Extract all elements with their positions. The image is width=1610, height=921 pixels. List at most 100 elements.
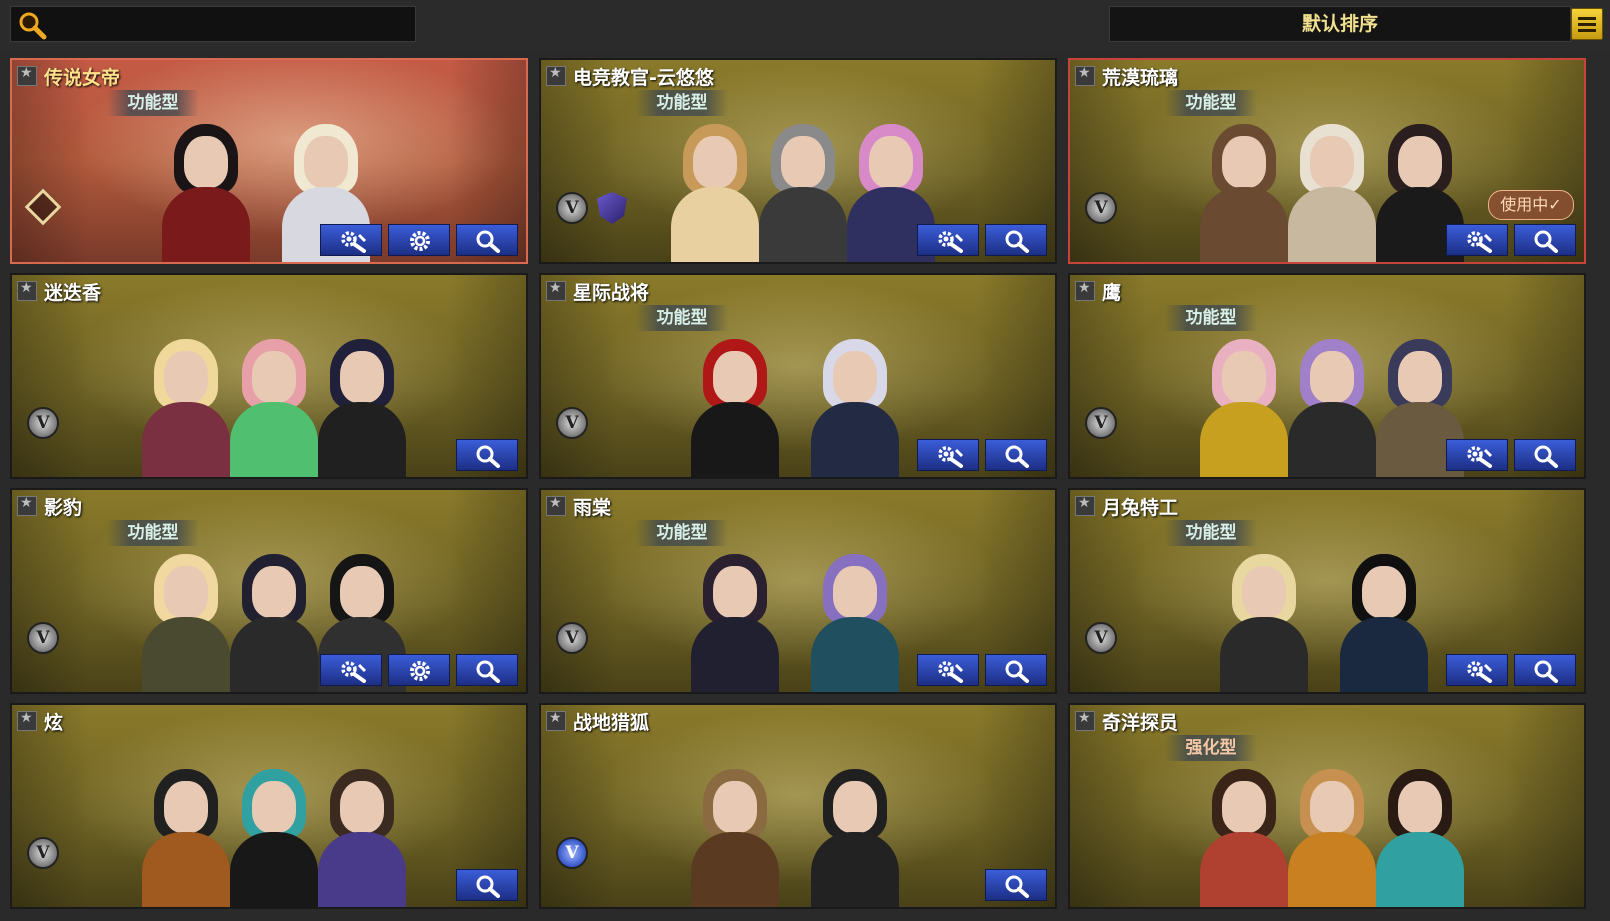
search-button[interactable] bbox=[1514, 654, 1576, 686]
card-title: 雨棠 bbox=[573, 497, 612, 519]
wrench-gear-icon bbox=[1467, 446, 1493, 468]
favorite-pin-icon[interactable] bbox=[1075, 65, 1095, 86]
type-tag: 功能型 bbox=[1165, 520, 1257, 546]
search-input[interactable] bbox=[10, 6, 416, 42]
type-tag: 功能型 bbox=[1165, 90, 1257, 116]
search-button[interactable] bbox=[456, 439, 518, 471]
character-portrait bbox=[1288, 317, 1376, 477]
search-button[interactable] bbox=[1514, 439, 1576, 471]
search-button[interactable] bbox=[985, 439, 1047, 471]
character-portrait bbox=[230, 747, 318, 907]
search-button[interactable] bbox=[1514, 224, 1576, 256]
search-icon bbox=[1534, 660, 1558, 683]
customize-button[interactable] bbox=[320, 654, 382, 686]
search-button[interactable] bbox=[456, 224, 518, 256]
skin-card[interactable]: 电竞教官-云悠悠功能型 V bbox=[539, 58, 1057, 264]
character-portrait bbox=[759, 102, 847, 262]
wrench-gear-icon bbox=[341, 231, 367, 253]
menu-button[interactable] bbox=[1571, 8, 1603, 40]
search-icon bbox=[476, 230, 500, 253]
character-portrait bbox=[811, 317, 899, 477]
search-icon bbox=[19, 12, 47, 40]
type-tag: 强化型 bbox=[1165, 735, 1257, 761]
character-portrait bbox=[811, 532, 899, 692]
search-icon bbox=[1005, 230, 1029, 253]
vip-badge-icon: V bbox=[27, 837, 59, 869]
sort-dropdown[interactable]: 默认排序 bbox=[1109, 6, 1571, 42]
character-portrait bbox=[1288, 747, 1376, 907]
skin-card[interactable]: 月兔特工功能型 V bbox=[1068, 488, 1586, 694]
customize-button[interactable] bbox=[1446, 224, 1508, 256]
card-actions bbox=[1446, 654, 1576, 688]
favorite-pin-icon[interactable] bbox=[17, 65, 37, 86]
wrench-gear-icon bbox=[938, 446, 964, 468]
search-icon bbox=[476, 445, 500, 468]
type-tag: 功能型 bbox=[1165, 305, 1257, 331]
search-button[interactable] bbox=[456, 869, 518, 901]
vip-badge-icon: V bbox=[1085, 622, 1117, 654]
character-portraits bbox=[12, 295, 526, 477]
character-portrait bbox=[691, 317, 779, 477]
skin-card[interactable]: 奇洋探员强化型 bbox=[1068, 703, 1586, 909]
wrench-gear-icon bbox=[938, 661, 964, 683]
search-button[interactable] bbox=[985, 654, 1047, 686]
favorite-pin-icon[interactable] bbox=[17, 280, 37, 301]
skin-card[interactable]: 炫V bbox=[10, 703, 528, 909]
skin-card[interactable]: 雨棠功能型 V bbox=[539, 488, 1057, 694]
character-portraits bbox=[541, 725, 1055, 907]
favorite-pin-icon[interactable] bbox=[546, 280, 566, 301]
search-button[interactable] bbox=[985, 224, 1047, 256]
skin-card[interactable]: 鹰功能型 V bbox=[1068, 273, 1586, 479]
card-title: 炫 bbox=[44, 712, 64, 734]
character-portrait bbox=[318, 747, 406, 907]
card-actions bbox=[456, 869, 518, 903]
card-title: 电竞教官-云悠悠 bbox=[573, 67, 714, 89]
card-actions bbox=[917, 224, 1047, 258]
favorite-pin-icon[interactable] bbox=[17, 710, 37, 731]
skin-card[interactable]: 迷迭香 V bbox=[10, 273, 528, 479]
search-icon bbox=[1534, 445, 1558, 468]
favorite-pin-icon[interactable] bbox=[1075, 495, 1095, 516]
vip-badge-icon: V bbox=[556, 192, 588, 224]
character-portrait bbox=[1376, 747, 1464, 907]
favorite-pin-icon[interactable] bbox=[1075, 280, 1095, 301]
character-portrait bbox=[318, 317, 406, 477]
character-portrait bbox=[142, 532, 230, 692]
customize-button[interactable] bbox=[1446, 439, 1508, 471]
wrench-gear-icon bbox=[1467, 661, 1493, 683]
character-portrait bbox=[1200, 317, 1288, 477]
character-portraits bbox=[1070, 725, 1584, 907]
customize-button[interactable] bbox=[917, 224, 979, 256]
favorite-pin-icon[interactable] bbox=[17, 495, 37, 516]
settings-button[interactable] bbox=[388, 224, 450, 256]
character-portrait bbox=[142, 747, 230, 907]
customize-button[interactable] bbox=[1446, 654, 1508, 686]
card-actions bbox=[917, 439, 1047, 473]
search-button[interactable] bbox=[985, 869, 1047, 901]
character-portrait bbox=[811, 747, 899, 907]
card-actions bbox=[1446, 439, 1576, 473]
favorite-pin-icon[interactable] bbox=[546, 495, 566, 516]
skin-card[interactable]: 传说女帝功能型 bbox=[10, 58, 528, 264]
top-bar: 默认排序 bbox=[0, 0, 1610, 52]
skin-card[interactable]: 星际战将功能型 V bbox=[539, 273, 1057, 479]
skin-card[interactable]: 战地猎狐 V bbox=[539, 703, 1057, 909]
customize-button[interactable] bbox=[917, 439, 979, 471]
favorite-pin-icon[interactable] bbox=[546, 65, 566, 86]
type-tag: 功能型 bbox=[107, 520, 199, 546]
favorite-pin-icon[interactable] bbox=[1075, 710, 1095, 731]
card-title: 影豹 bbox=[44, 497, 83, 519]
settings-button[interactable] bbox=[388, 654, 450, 686]
customize-button[interactable] bbox=[320, 224, 382, 256]
customize-button[interactable] bbox=[917, 654, 979, 686]
search-button[interactable] bbox=[456, 654, 518, 686]
skin-card[interactable]: 荒漠琉璃功能型 V 使用中✓ bbox=[1068, 58, 1586, 264]
character-portrait bbox=[230, 317, 318, 477]
character-portraits bbox=[12, 725, 526, 907]
type-tag: 功能型 bbox=[636, 90, 728, 116]
skin-card[interactable]: 影豹功能型 V bbox=[10, 488, 528, 694]
card-actions bbox=[985, 869, 1047, 903]
card-title: 月兔特工 bbox=[1102, 497, 1179, 519]
search-icon bbox=[476, 875, 500, 898]
favorite-pin-icon[interactable] bbox=[546, 710, 566, 731]
